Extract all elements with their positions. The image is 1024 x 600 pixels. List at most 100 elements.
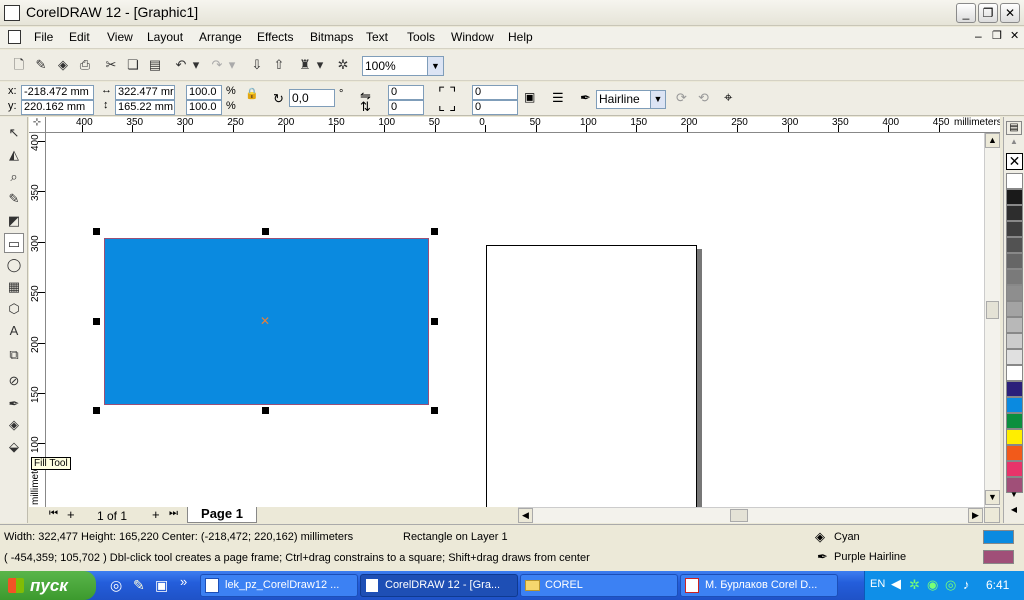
outline-tool-icon[interactable]: ✒ bbox=[4, 394, 24, 414]
minimize-button[interactable]: _ bbox=[956, 3, 976, 23]
lock-ratio-icon[interactable]: 🔒 bbox=[245, 87, 259, 100]
copy-icon[interactable]: ❏ bbox=[124, 56, 142, 74]
quicklaunch-opera-icon[interactable]: ◎ bbox=[110, 577, 122, 594]
menu-layout[interactable]: Layout bbox=[147, 30, 183, 44]
outline-width-select[interactable]: Hairline ▼ bbox=[596, 90, 666, 109]
chevron-down-icon[interactable]: ▼ bbox=[427, 57, 443, 75]
close-button[interactable]: ✕ bbox=[1000, 3, 1020, 23]
quicklaunch-save-icon[interactable]: ▣ bbox=[155, 577, 168, 594]
corner-roundness-bottom-right[interactable]: 0 bbox=[472, 100, 518, 115]
selection-handle[interactable] bbox=[93, 407, 100, 414]
palette-swatch[interactable] bbox=[1006, 285, 1023, 301]
basic-shapes-icon[interactable]: ⬡ bbox=[4, 299, 24, 319]
selection-handle[interactable] bbox=[431, 318, 438, 325]
fill-tool-icon[interactable]: ◈ bbox=[4, 415, 24, 435]
palette-swatch[interactable] bbox=[1006, 269, 1023, 285]
undo-dropdown-icon[interactable]: ▾ bbox=[191, 56, 201, 74]
restore-button[interactable]: ❐ bbox=[978, 3, 998, 23]
shape-tool-icon[interactable]: ◭ bbox=[4, 145, 24, 165]
drawing-canvas[interactable]: ✕ bbox=[46, 133, 984, 507]
zoom-select[interactable]: 100% ▼ bbox=[362, 56, 444, 76]
doc-restore-button[interactable]: ❐ bbox=[992, 29, 1002, 42]
palette-swatch[interactable] bbox=[1006, 365, 1023, 381]
ruler-corner[interactable]: ⊹ bbox=[29, 117, 46, 133]
menu-file[interactable]: File bbox=[34, 30, 53, 44]
tray-volume-icon[interactable]: ♪ bbox=[963, 577, 970, 592]
width-field[interactable]: 322.477 mr bbox=[115, 85, 175, 100]
horizontal-scrollbar[interactable]: ◀ ▶ bbox=[518, 507, 984, 523]
quicklaunch-more-icon[interactable]: » bbox=[180, 574, 187, 589]
mirror-vertical-icon[interactable]: ⇅ bbox=[360, 99, 371, 115]
menu-help[interactable]: Help bbox=[508, 30, 533, 44]
new-icon[interactable]: 🗋 bbox=[10, 56, 28, 74]
rotation-field[interactable]: 0,0 bbox=[289, 89, 335, 107]
smart-fill-tool-icon[interactable]: ◩ bbox=[4, 211, 24, 231]
menu-view[interactable]: View bbox=[107, 30, 133, 44]
outline-color-swatch[interactable] bbox=[983, 550, 1014, 564]
launcher-dropdown-icon[interactable]: ▾ bbox=[315, 56, 325, 74]
navigator-corner[interactable] bbox=[984, 507, 1000, 523]
rectangle-tool-icon[interactable]: ▭ bbox=[4, 233, 24, 253]
interactive-blend-icon[interactable]: ⧉ bbox=[4, 345, 24, 365]
selection-handle[interactable] bbox=[262, 407, 269, 414]
language-indicator[interactable]: EN bbox=[870, 578, 885, 590]
corner-roundness-top-left[interactable]: 0 bbox=[388, 85, 424, 100]
task-coreldraw[interactable]: CorelDRAW 12 - [Gra... bbox=[360, 574, 518, 597]
palette-swatch[interactable] bbox=[1006, 189, 1023, 205]
start-button[interactable]: пуск bbox=[0, 571, 96, 600]
scroll-left-icon[interactable]: ◀ bbox=[518, 508, 533, 523]
application-launcher-icon[interactable]: ♜ bbox=[296, 56, 314, 74]
palette-swatch[interactable] bbox=[1006, 221, 1023, 237]
export-icon[interactable]: ⇧ bbox=[270, 56, 288, 74]
fill-color-swatch[interactable] bbox=[983, 530, 1014, 544]
vertical-scroll-thumb[interactable] bbox=[986, 301, 999, 319]
corel-online-icon[interactable]: ✲ bbox=[334, 56, 352, 74]
corner-roundness-top-right[interactable]: 0 bbox=[472, 85, 518, 100]
doc-minimize-button[interactable]: – bbox=[975, 29, 982, 43]
cut-icon[interactable]: ✂ bbox=[102, 56, 120, 74]
palette-swatch[interactable] bbox=[1006, 205, 1023, 221]
horizontal-scroll-thumb[interactable] bbox=[730, 509, 748, 522]
menu-edit[interactable]: Edit bbox=[69, 30, 90, 44]
palette-swatch[interactable] bbox=[1006, 237, 1023, 253]
palette-swatch[interactable] bbox=[1006, 317, 1023, 333]
doc-close-button[interactable]: ✕ bbox=[1010, 29, 1019, 42]
save-icon[interactable]: ◈ bbox=[54, 56, 72, 74]
palette-swatch[interactable] bbox=[1006, 333, 1023, 349]
palette-scroll-up-icon[interactable]: ▲ bbox=[1006, 137, 1022, 149]
selection-handle[interactable] bbox=[262, 228, 269, 235]
no-color-swatch[interactable]: ✕ bbox=[1006, 153, 1023, 170]
task-corel-folder[interactable]: COREL bbox=[520, 574, 678, 597]
selection-handle[interactable] bbox=[431, 228, 438, 235]
paste-icon[interactable]: ▤ bbox=[146, 56, 164, 74]
palette-swatch[interactable] bbox=[1006, 253, 1023, 269]
add-page-before-icon[interactable]: + bbox=[67, 507, 75, 522]
tab-page-1[interactable]: Page 1 bbox=[187, 507, 257, 523]
text-tool-icon[interactable]: A bbox=[4, 321, 24, 341]
undo-icon[interactable]: ↶ bbox=[172, 56, 190, 74]
menu-window[interactable]: Window bbox=[451, 30, 494, 44]
round-corners-together-icon[interactable]: ▣ bbox=[524, 90, 535, 104]
x-position-field[interactable]: -218.472 mm bbox=[21, 85, 94, 100]
wrap-text-icon[interactable]: ☰ bbox=[552, 90, 564, 106]
palette-swatch[interactable] bbox=[1006, 301, 1023, 317]
tray-back-icon[interactable]: ◀ bbox=[891, 576, 901, 592]
menu-effects[interactable]: Effects bbox=[257, 30, 293, 44]
zoom-tool-icon[interactable]: ⌕ bbox=[4, 167, 24, 187]
menu-arrange[interactable]: Arrange bbox=[199, 30, 242, 44]
palette-swatch[interactable] bbox=[1006, 413, 1023, 429]
palette-swatch[interactable] bbox=[1006, 429, 1023, 445]
palette-swatch[interactable] bbox=[1006, 461, 1023, 477]
corner-roundness-bottom-left[interactable]: 0 bbox=[388, 100, 424, 115]
quicklaunch-tool-icon[interactable]: ✎ bbox=[133, 577, 145, 594]
menu-text[interactable]: Text bbox=[366, 30, 388, 44]
redo-dropdown-icon[interactable]: ▾ bbox=[227, 56, 237, 74]
tray-app-icon[interactable]: ◉ bbox=[927, 577, 938, 593]
polygon-tool-icon[interactable]: ▦ bbox=[4, 277, 24, 297]
horizontal-ruler[interactable]: 400 350 300 250 200 150 100 50 0 50 100 150 200 250 30… bbox=[46, 117, 1000, 133]
convert-to-curves-icon[interactable]: ⟳ bbox=[676, 90, 687, 106]
palette-swatch[interactable] bbox=[1006, 397, 1023, 413]
palette-expand-icon[interactable]: ◀ bbox=[1006, 505, 1022, 517]
task-burlakov[interactable]: М. Бурлаков Corel D... bbox=[680, 574, 838, 597]
selection-handle[interactable] bbox=[93, 228, 100, 235]
